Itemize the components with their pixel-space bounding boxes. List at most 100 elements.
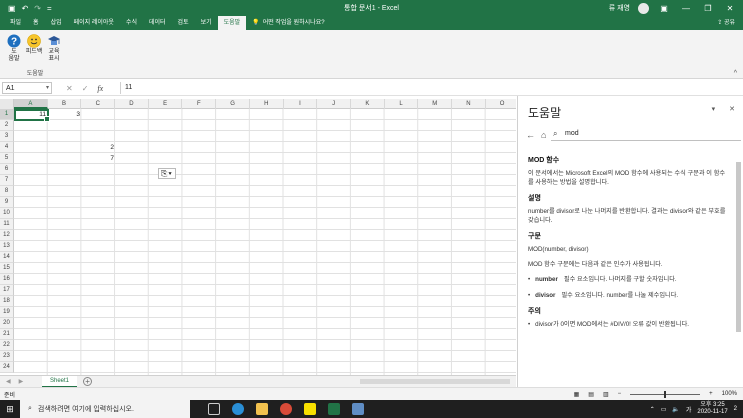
row-header-6[interactable]: 6 <box>0 164 14 175</box>
tray-chevron-icon[interactable]: ⌃ <box>650 406 655 413</box>
row-header-13[interactable]: 13 <box>0 241 14 252</box>
save-icon[interactable]: ▣ <box>8 4 16 13</box>
row-header-23[interactable]: 23 <box>0 351 14 362</box>
chevron-down-icon[interactable]: ▾ <box>712 105 716 113</box>
insert-function-icon[interactable]: fx <box>97 84 103 93</box>
zoom-slider[interactable] <box>630 390 701 398</box>
name-box[interactable]: A1 ▾ <box>2 82 52 94</box>
row-header-14[interactable]: 14 <box>0 252 14 263</box>
home-icon[interactable]: ⌂ <box>541 130 546 140</box>
customize-qat-icon[interactable]: = <box>47 4 52 13</box>
undo-icon[interactable]: ↶ <box>22 4 29 13</box>
restore-button[interactable]: ❐ <box>701 4 715 13</box>
enter-formula-icon[interactable]: ✓ <box>82 84 89 93</box>
help-scrollbar[interactable] <box>736 162 741 332</box>
taskbar-search[interactable]: ⌕ 검색하려면 여기에 입력하십시오. <box>20 400 190 418</box>
column-header-c[interactable]: C <box>81 99 116 109</box>
horizontal-scrollbar[interactable] <box>360 379 510 384</box>
cell-C4[interactable]: 2 <box>82 142 116 153</box>
close-icon[interactable]: ✕ <box>729 105 735 113</box>
column-header-d[interactable]: D <box>115 99 149 109</box>
row-header-19[interactable]: 19 <box>0 307 14 318</box>
excel-icon[interactable] <box>328 403 340 415</box>
volume-icon[interactable]: 🔈 <box>672 406 679 413</box>
redo-icon[interactable]: ↷ <box>34 4 41 13</box>
column-header-o[interactable]: O <box>486 99 516 109</box>
edge-icon[interactable] <box>232 403 244 415</box>
column-header-i[interactable]: I <box>284 99 318 109</box>
paste-options-button[interactable]: ⎘▾ <box>158 168 176 179</box>
tab-insert[interactable]: 삽입 <box>45 16 68 30</box>
tab-review[interactable]: 검토 <box>172 16 195 30</box>
sheet-nav-next-icon[interactable]: ▶ <box>19 378 24 385</box>
avatar[interactable] <box>638 2 649 14</box>
row-header-3[interactable]: 3 <box>0 131 14 142</box>
row-header-5[interactable]: 5 <box>0 153 14 164</box>
tab-page-layout[interactable]: 페이지 레이아웃 <box>68 16 120 30</box>
select-all-button[interactable] <box>0 99 14 109</box>
column-header-b[interactable]: B <box>48 99 82 109</box>
column-header-n[interactable]: N <box>452 99 486 109</box>
user-name[interactable]: 류 재영 <box>609 3 630 13</box>
column-header-m[interactable]: M <box>418 99 453 109</box>
row-header-20[interactable]: 20 <box>0 318 14 329</box>
row-header-15[interactable]: 15 <box>0 263 14 274</box>
column-header-f[interactable]: F <box>183 99 217 109</box>
share-button[interactable]: ⇪ 공유 <box>717 16 743 30</box>
ime-icon[interactable]: 가 <box>686 405 692 414</box>
active-cell-selection[interactable] <box>14 109 50 122</box>
cancel-formula-icon[interactable]: ✕ <box>66 84 73 93</box>
page-break-view-icon[interactable]: ▥ <box>603 391 609 398</box>
column-header-l[interactable]: L <box>385 99 419 109</box>
help-search-input[interactable]: ⌕ mod <box>551 127 741 141</box>
zoom-out-button[interactable]: − <box>618 391 622 397</box>
cell-B1[interactable]: 3 <box>48 109 82 120</box>
column-header-g[interactable]: G <box>216 99 250 109</box>
formula-input[interactable]: 11 <box>120 82 743 94</box>
notification-icon[interactable]: 2 <box>734 406 737 412</box>
row-header-22[interactable]: 22 <box>0 340 14 351</box>
row-header-9[interactable]: 9 <box>0 197 14 208</box>
network-icon[interactable]: ▭ <box>661 406 667 413</box>
kakaotalk-icon[interactable] <box>304 403 316 415</box>
close-button[interactable]: ✕ <box>723 4 737 13</box>
row-header-8[interactable]: 8 <box>0 186 14 197</box>
column-header-k[interactable]: K <box>351 99 385 109</box>
row-header-7[interactable]: 7 <box>0 175 14 186</box>
row-header-4[interactable]: 4 <box>0 142 14 153</box>
zoom-level[interactable]: 100% <box>722 391 737 397</box>
row-header-21[interactable]: 21 <box>0 329 14 340</box>
ribbon-display-options-button[interactable]: ▣ <box>657 4 671 13</box>
row-header-24[interactable]: 24 <box>0 362 14 373</box>
tab-view[interactable]: 보기 <box>195 16 218 30</box>
minimize-button[interactable]: — <box>679 4 693 13</box>
chrome-icon[interactable] <box>280 403 292 415</box>
column-header-j[interactable]: J <box>317 99 351 109</box>
feedback-button[interactable]: 피드백 <box>24 34 44 56</box>
row-header-11[interactable]: 11 <box>0 219 14 230</box>
collapse-ribbon-icon[interactable]: ^ <box>734 70 737 77</box>
windows-start-icon[interactable]: ⊞ <box>0 404 20 415</box>
column-header-h[interactable]: H <box>250 99 284 109</box>
row-header-2[interactable]: 2 <box>0 120 14 131</box>
row-header-17[interactable]: 17 <box>0 285 14 296</box>
file-explorer-icon[interactable] <box>256 403 268 415</box>
task-view-icon[interactable] <box>208 403 220 415</box>
tab-data[interactable]: 데이터 <box>143 16 172 30</box>
clock[interactable]: 오후 3:25 2020-11-17 <box>697 402 727 416</box>
sheet-nav-prev-icon[interactable]: ◀ <box>6 378 11 385</box>
tab-help[interactable]: 도움말 <box>217 16 247 30</box>
page-layout-view-icon[interactable]: ▤ <box>588 391 594 398</box>
zoom-in-button[interactable]: + <box>709 391 713 397</box>
row-header-16[interactable]: 16 <box>0 274 14 285</box>
tab-file[interactable]: 파일 <box>4 16 27 30</box>
cell-C5[interactable]: 7 <box>82 153 116 164</box>
tell-me-search[interactable]: 💡 어떤 작업을 원하시나요? <box>246 16 324 30</box>
column-header-e[interactable]: E <box>149 99 183 109</box>
worksheet-grid[interactable]: ABCDEFGHIJKLMNO 1 2 3 4 5 6 7 8 9 10 11 12 13 14 15 16 1… <box>0 99 516 375</box>
column-header-a[interactable]: A <box>14 99 48 109</box>
show-training-button[interactable]: 교육 표시 <box>44 34 64 63</box>
row-header-12[interactable]: 12 <box>0 230 14 241</box>
row-header-10[interactable]: 10 <box>0 208 14 219</box>
help-button[interactable]: ? 도 움말 <box>4 34 24 63</box>
